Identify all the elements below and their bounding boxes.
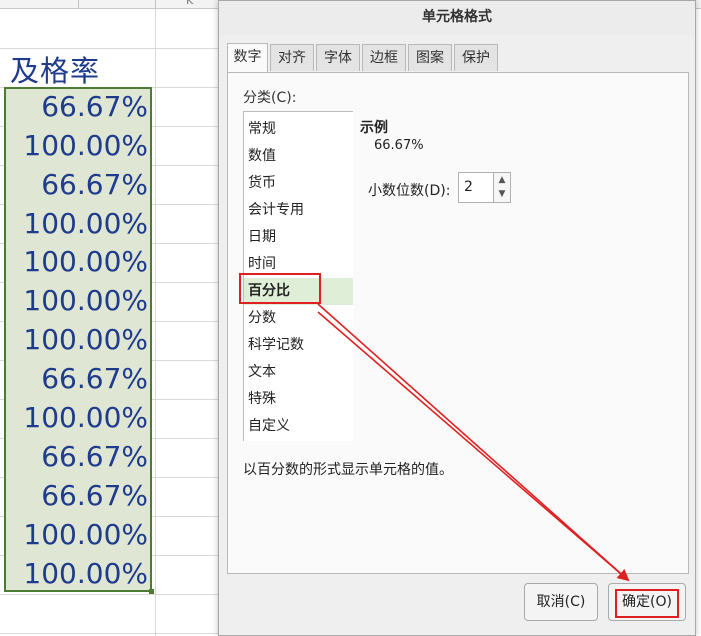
sample-value: 66.67% (374, 138, 424, 153)
spin-up-icon[interactable]: ▲ (497, 173, 507, 187)
category-text[interactable]: 文本 (244, 359, 353, 386)
category-date[interactable]: 日期 (244, 224, 353, 251)
cell-value[interactable]: 100.00% (6, 127, 148, 165)
column-separator (155, 0, 156, 8)
dialog-title: 单元格格式 (219, 1, 695, 35)
category-accounting[interactable]: 会计专用 (244, 197, 353, 224)
category-description: 以百分数的形式显示单元格的值。 (243, 462, 453, 478)
category-number[interactable]: 数值 (244, 143, 353, 170)
cell-value[interactable]: 100.00% (6, 243, 148, 281)
cell-value[interactable]: 100.00% (6, 399, 148, 437)
decimal-places-input[interactable]: 2 (458, 172, 494, 203)
category-custom[interactable]: 自定义 (244, 413, 353, 440)
column-letter-k: K (186, 0, 194, 7)
cell-value[interactable]: 66.67% (6, 360, 148, 398)
gridline (0, 633, 218, 634)
category-fraction[interactable]: 分数 (244, 305, 353, 332)
fill-handle[interactable] (149, 589, 154, 594)
cell-value[interactable]: 100.00% (6, 282, 148, 320)
decimal-places-spinner[interactable]: ▲ ▼ (494, 172, 511, 203)
format-cells-dialog: 单元格格式 数字 对齐 字体 边框 图案 保护 分类(C): 常规 数值 货币 … (218, 0, 696, 636)
column-separator (78, 0, 79, 8)
category-percentage[interactable]: 百分比 (244, 278, 353, 305)
cancel-button[interactable]: 取消(C) (524, 583, 598, 621)
tab-protection[interactable]: 保护 (454, 44, 498, 71)
number-tab-panel: 分类(C): 常规 数值 货币 会计专用 日期 时间 百分比 分数 科学记数 文… (227, 72, 689, 574)
category-general[interactable]: 常规 (244, 116, 353, 143)
category-label: 分类(C): (243, 90, 297, 106)
category-listbox[interactable]: 常规 数值 货币 会计专用 日期 时间 百分比 分数 科学记数 文本 特殊 自定… (243, 111, 353, 441)
tab-alignment[interactable]: 对齐 (270, 44, 314, 71)
ok-button[interactable]: 确定(O) (608, 583, 686, 621)
cell-value[interactable]: 66.67% (6, 88, 148, 126)
gridline (155, 9, 156, 636)
category-currency[interactable]: 货币 (244, 170, 353, 197)
tab-patterns[interactable]: 图案 (408, 44, 452, 71)
column-title-cell[interactable]: 及格率 (10, 48, 100, 90)
tab-border[interactable]: 边框 (362, 44, 406, 71)
cell-value[interactable]: 66.67% (6, 477, 148, 515)
cell-value[interactable]: 66.67% (6, 166, 148, 204)
gridline (0, 594, 218, 595)
cell-value[interactable]: 100.00% (6, 321, 148, 359)
cell-value[interactable]: 100.00% (6, 516, 148, 554)
spin-down-icon[interactable]: ▼ (497, 187, 507, 201)
cell-value[interactable]: 66.67% (6, 438, 148, 476)
category-time[interactable]: 时间 (244, 251, 353, 278)
decimal-places-label: 小数位数(D): (368, 183, 451, 199)
cell-value[interactable]: 100.00% (6, 205, 148, 243)
category-special[interactable]: 特殊 (244, 386, 353, 413)
sample-title: 示例 (360, 120, 388, 136)
cell-value[interactable]: 100.00% (6, 555, 148, 593)
category-scientific[interactable]: 科学记数 (244, 332, 353, 359)
tab-font[interactable]: 字体 (316, 44, 360, 71)
tab-number[interactable]: 数字 (227, 43, 268, 72)
